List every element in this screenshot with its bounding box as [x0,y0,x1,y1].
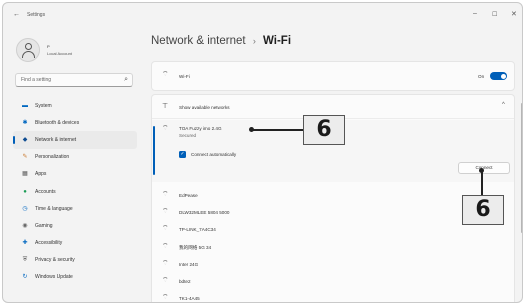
connect-automatically-checkbox[interactable]: ✓ [179,151,186,158]
wifi-icon: ⌔ [162,71,169,78]
avatar[interactable] [16,38,40,62]
maximize-button[interactable]: ☐ [492,11,497,18]
controller-icon: ◉ [22,222,28,229]
sidebar-item[interactable]: ◉ Gaming [13,217,137,234]
sidebar-item[interactable]: ▬ System [13,97,137,114]
breadcrumb: Network & internet › Wi-Fi [151,35,291,47]
sidebar-item[interactable]: ◆ Network & internet [13,131,137,149]
wifi-toggle[interactable] [490,72,507,80]
monitor-icon: ▬ [22,102,28,109]
search-placeholder: Find a setting [21,77,52,83]
wifi-toggle-card: ⌔ Wi-Fi On [151,61,515,91]
bluetooth-icon: ✱ [22,119,28,126]
sidebar-item-label: Gaming [35,222,53,229]
page-title: Wi-Fi [263,35,292,47]
wifi-secured-icon: ⌔ [162,208,169,216]
minimize-button[interactable]: – [473,10,477,17]
avatar-body-icon [22,51,35,58]
wifi-label: Wi-Fi [179,74,190,79]
close-button[interactable]: ✕ [511,10,517,18]
sidebar-item-label: Time & language [35,205,73,212]
show-available-label: Show available networks [179,105,230,110]
avatar-head-icon [25,43,32,50]
wifi-secured-icon: ⌔ [162,259,169,267]
sidebar-item-label: System [35,102,52,109]
network-list-item[interactable]: ⌔ bdte2 [152,274,514,289]
chevron-up-icon[interactable]: ^ [502,102,505,108]
network-list-item[interactable]: ⌔ DLW32MLEE 5804 5000 [152,205,514,220]
sidebar-item-label: Accounts [35,188,56,195]
network-list-item[interactable]: ⌔ Inter 24G [152,257,514,272]
breadcrumb-separator: › [252,36,256,46]
network-list-item[interactable]: ⌔ TP-LINK_7A4C34 [152,222,514,237]
sidebar-item-label: Accessibility [35,240,63,247]
sidebar-item[interactable]: ✎ Personalization [13,149,137,166]
sidebar-item-label: Windows Update [35,274,73,281]
network-name: DLW32MLEE 5804 5000 [179,210,230,216]
title-bar: ← Settings – ☐ ✕ [3,3,522,27]
search-input[interactable]: Find a setting ⌕ [15,73,133,87]
user-name: P [47,44,50,49]
scrollbar[interactable] [521,103,522,233]
network-list-item[interactable]: ⌔ 我的网络 5G 34 [152,240,514,255]
sidebar-item[interactable]: ↻ Windows Update [13,269,137,286]
sidebar-item[interactable]: ▦ Apps [13,166,137,183]
network-name: 我的网络 5G 34 [179,244,212,250]
wifi-secured-icon: ⌔ [162,294,169,302]
wifi-toggle-state: On [478,74,485,79]
callout-dot [479,168,484,173]
callout-leader-line [481,170,483,195]
sidebar-nav: ▬ System ✱ Bluetooth & devices ◆ Network & in… [13,97,137,286]
back-arrow-icon[interactable]: ← [13,11,20,18]
apps-icon: ▦ [22,171,28,178]
sidebar-item[interactable]: ● Accounts [13,183,137,200]
network-list-item[interactable]: ⌔ TK1-4A45 [152,291,514,302]
wifi-secured-icon: ⌔ [162,125,169,132]
wifi-secured-icon: ⌔ [162,191,169,198]
sidebar-item-label: Network & internet [35,136,77,143]
network-list-icon: ⊤ [162,103,169,110]
wifi-secured-icon: ⌔ [162,225,169,233]
network-name: Inter 24G [179,261,199,267]
network-name: bdte2 [179,279,191,284]
wifi-secured-icon: ⌔ [162,242,169,250]
sidebar-item[interactable]: ⛨ Privacy & security [13,252,137,269]
person-icon: ● [23,188,27,195]
callout-label: 6 [303,115,345,145]
wifi-secured-icon: ⌔ [162,277,169,284]
network-list-item[interactable]: ⌔ EdPease [152,188,514,203]
network-name: TP-LINK_7A4C34 [179,227,216,233]
shield-icon: ⛨ [22,257,28,264]
selected-network-name: TOA Fuzzy imo 2.4G [179,126,222,131]
sidebar-item-label: Apps [35,171,47,178]
sidebar-item-label: Privacy & security [35,257,75,264]
app-title: Settings [27,12,46,18]
breadcrumb-parent[interactable]: Network & internet [151,35,246,47]
sidebar-item[interactable]: ◷ Time & language [13,200,137,217]
connect-automatically-label: Connect automatically [191,152,237,157]
accessibility-icon: ✚ [22,240,28,247]
selected-network-status: Secured [179,133,197,138]
network-name: TK1-4A45 [179,296,200,302]
callout-dot [249,127,254,132]
sidebar-item[interactable]: ✱ Bluetooth & devices [13,114,137,131]
user-account-type: Local Account [47,51,72,56]
callout-leader-line [251,129,303,131]
sidebar-item-label: Bluetooth & devices [35,119,80,126]
network-name: EdPease [179,193,198,198]
search-icon: ⌕ [124,76,128,83]
callout-label: 6 [462,195,504,225]
update-icon: ↻ [22,274,28,281]
brush-icon: ✎ [22,154,28,161]
sidebar-item[interactable]: ✚ Accessibility [13,235,137,252]
settings-window: ← Settings – ☐ ✕ P Local Account Find a … [2,2,523,303]
globe-clock-icon: ◷ [22,205,28,212]
network-icon: ◆ [22,136,28,143]
connect-button[interactable]: Connect [458,162,510,174]
sidebar-item-label: Personalization [35,154,70,161]
